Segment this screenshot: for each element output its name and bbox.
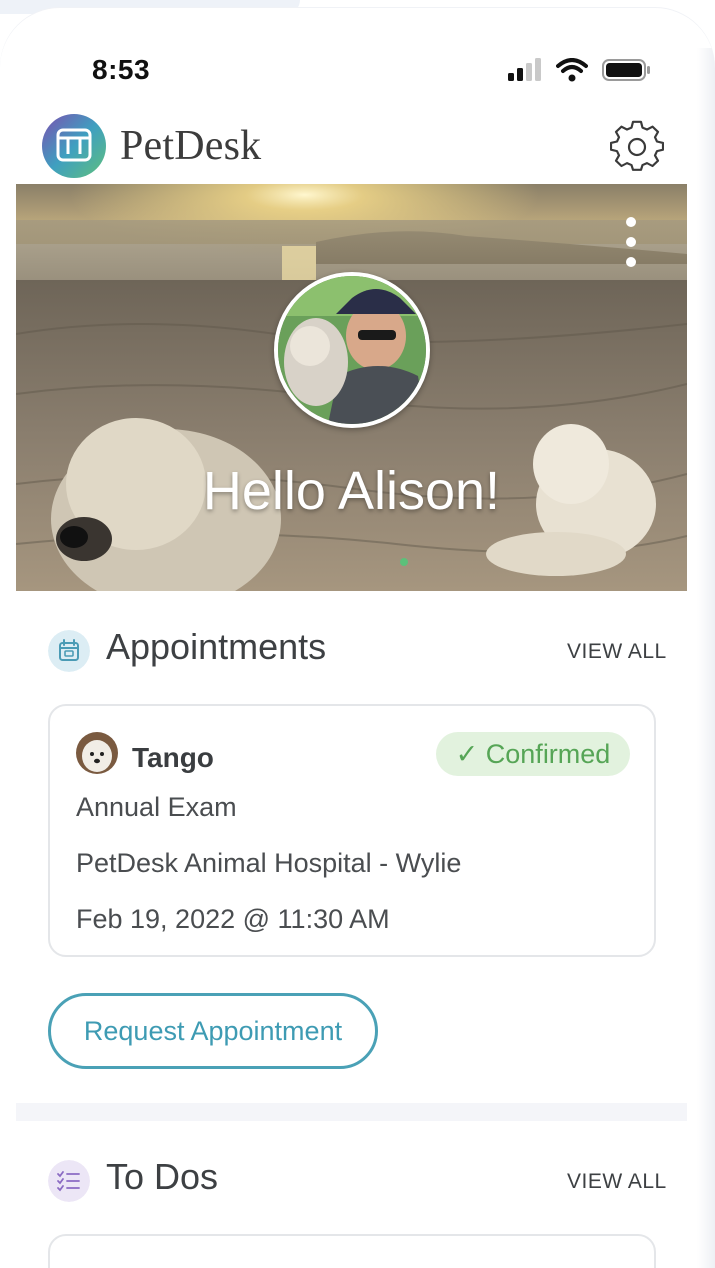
petdesk-logo-icon bbox=[42, 114, 106, 178]
profile-avatar[interactable] bbox=[274, 272, 430, 428]
appointments-header: Appointments VIEW ALL bbox=[0, 622, 715, 682]
appointments-view-all-link[interactable]: VIEW ALL bbox=[567, 640, 667, 664]
request-appointment-button[interactable]: Request Appointment bbox=[48, 993, 378, 1069]
greeting-text: Hello Alison! bbox=[202, 461, 501, 521]
todos-title: To Dos bbox=[106, 1156, 219, 1197]
todo-card[interactable] bbox=[48, 1234, 656, 1268]
status-bar: 8:53 bbox=[0, 48, 715, 96]
calendar-icon bbox=[48, 630, 90, 672]
pet-name: Tango bbox=[132, 742, 214, 773]
appointment-card[interactable]: Tango ✓ Confirmed Annual Exam PetDesk An… bbox=[48, 704, 656, 957]
section-divider bbox=[16, 1103, 687, 1121]
pet-photo bbox=[76, 732, 118, 774]
status-time: 8:53 bbox=[92, 54, 151, 85]
status-badge: ✓ Confirmed bbox=[436, 732, 630, 776]
cellular-signal-icon bbox=[508, 58, 541, 81]
brand-name: PetDesk bbox=[120, 123, 262, 169]
carousel-indicator bbox=[400, 558, 408, 566]
hero-banner: Hello Alison! bbox=[16, 184, 687, 591]
appointment-datetime: Feb 19, 2022 @ 11:30 AM bbox=[76, 904, 390, 934]
pet-avatar bbox=[76, 732, 118, 774]
todos-view-all-link[interactable]: VIEW ALL bbox=[567, 1170, 667, 1194]
battery-icon bbox=[602, 59, 650, 81]
checklist-icon bbox=[48, 1160, 90, 1202]
todos-header: To Dos VIEW ALL bbox=[0, 1152, 715, 1212]
more-options-icon[interactable] bbox=[616, 214, 646, 274]
gear-icon[interactable] bbox=[610, 120, 664, 174]
app-header: PetDesk bbox=[0, 108, 715, 184]
status-icons bbox=[508, 58, 652, 82]
appointment-location: PetDesk Animal Hospital - Wylie bbox=[76, 848, 462, 878]
profile-photo bbox=[278, 276, 426, 424]
appointment-type: Annual Exam bbox=[76, 792, 237, 822]
appointments-title: Appointments bbox=[106, 626, 327, 667]
wifi-icon bbox=[556, 58, 588, 82]
